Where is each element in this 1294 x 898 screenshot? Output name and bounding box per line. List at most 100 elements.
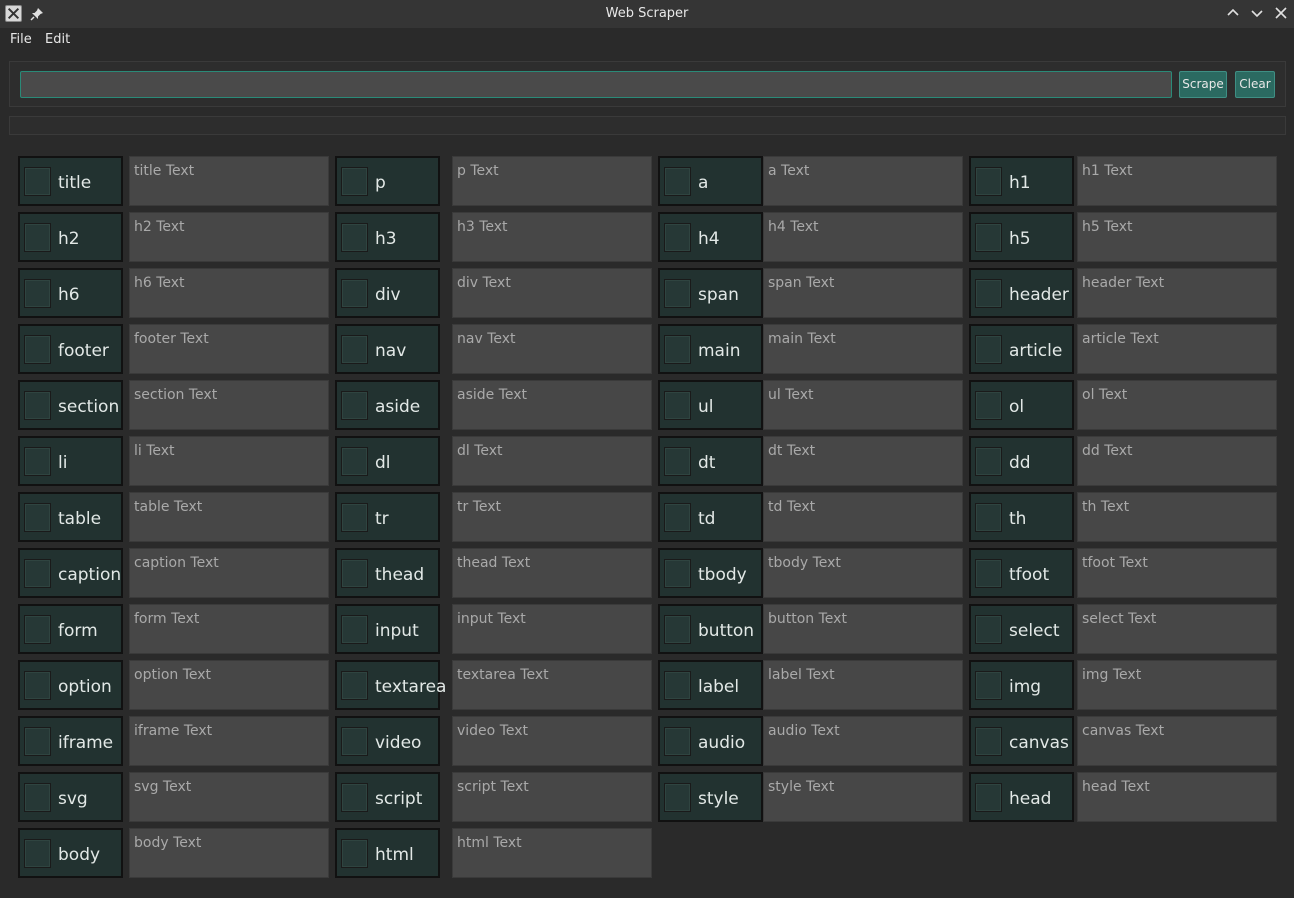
tag-text-field-tbody[interactable]: tbody Text (763, 548, 963, 598)
tag-text-field-article[interactable]: article Text (1077, 324, 1277, 374)
tag-toggle-th[interactable]: th (969, 492, 1074, 542)
tag-toggle-section[interactable]: section (18, 380, 123, 430)
tag-checkbox[interactable] (664, 727, 691, 756)
tag-checkbox[interactable] (975, 167, 1002, 196)
tag-toggle-tbody[interactable]: tbody (658, 548, 763, 598)
tag-checkbox[interactable] (341, 503, 368, 532)
tag-checkbox[interactable] (975, 559, 1002, 588)
tag-checkbox[interactable] (24, 279, 51, 308)
tag-text-field-tr[interactable]: tr Text (452, 492, 652, 542)
tag-checkbox[interactable] (664, 335, 691, 364)
tag-toggle-thead[interactable]: thead (335, 548, 440, 598)
tag-text-field-html[interactable]: html Text (452, 828, 652, 878)
tag-checkbox[interactable] (975, 671, 1002, 700)
tag-text-field-label[interactable]: label Text (763, 660, 963, 710)
tag-toggle-table[interactable]: table (18, 492, 123, 542)
tag-checkbox[interactable] (664, 391, 691, 420)
tag-toggle-td[interactable]: td (658, 492, 763, 542)
tag-toggle-h3[interactable]: h3 (335, 212, 440, 262)
tag-toggle-article[interactable]: article (969, 324, 1074, 374)
tag-text-field-h3[interactable]: h3 Text (452, 212, 652, 262)
tag-toggle-button[interactable]: button (658, 604, 763, 654)
tag-checkbox[interactable] (24, 559, 51, 588)
tag-checkbox[interactable] (664, 671, 691, 700)
tag-text-field-svg[interactable]: svg Text (129, 772, 329, 822)
tag-toggle-form[interactable]: form (18, 604, 123, 654)
tag-text-field-dt[interactable]: dt Text (763, 436, 963, 486)
tag-text-field-video[interactable]: video Text (452, 716, 652, 766)
tag-checkbox[interactable] (975, 447, 1002, 476)
tag-text-field-th[interactable]: th Text (1077, 492, 1277, 542)
tag-checkbox[interactable] (24, 671, 51, 700)
tag-toggle-iframe[interactable]: iframe (18, 716, 123, 766)
tag-checkbox[interactable] (341, 783, 368, 812)
tag-text-field-section[interactable]: section Text (129, 380, 329, 430)
scrape-button[interactable]: Scrape (1179, 71, 1227, 98)
tag-text-field-select[interactable]: select Text (1077, 604, 1277, 654)
tag-toggle-tr[interactable]: tr (335, 492, 440, 542)
tag-checkbox[interactable] (341, 839, 368, 868)
tag-toggle-img[interactable]: img (969, 660, 1074, 710)
tag-checkbox[interactable] (975, 391, 1002, 420)
tag-text-field-caption[interactable]: caption Text (129, 548, 329, 598)
tag-text-field-textarea[interactable]: textarea Text (452, 660, 652, 710)
tag-toggle-div[interactable]: div (335, 268, 440, 318)
tag-checkbox[interactable] (975, 727, 1002, 756)
tag-toggle-nav[interactable]: nav (335, 324, 440, 374)
tag-checkbox[interactable] (975, 615, 1002, 644)
tag-text-field-h4[interactable]: h4 Text (763, 212, 963, 262)
tag-checkbox[interactable] (24, 167, 51, 196)
tag-text-field-h5[interactable]: h5 Text (1077, 212, 1277, 262)
tag-toggle-ol[interactable]: ol (969, 380, 1074, 430)
tag-toggle-header[interactable]: header (969, 268, 1074, 318)
tag-checkbox[interactable] (24, 223, 51, 252)
tag-toggle-body[interactable]: body (18, 828, 123, 878)
tag-checkbox[interactable] (664, 279, 691, 308)
tag-toggle-span[interactable]: span (658, 268, 763, 318)
minimize-icon[interactable] (1226, 6, 1240, 20)
tag-text-field-canvas[interactable]: canvas Text (1077, 716, 1277, 766)
tag-checkbox[interactable] (24, 391, 51, 420)
tag-toggle-main[interactable]: main (658, 324, 763, 374)
tag-checkbox[interactable] (341, 167, 368, 196)
tag-checkbox[interactable] (341, 559, 368, 588)
tag-toggle-h6[interactable]: h6 (18, 268, 123, 318)
tag-text-field-input[interactable]: input Text (452, 604, 652, 654)
tag-text-field-tfoot[interactable]: tfoot Text (1077, 548, 1277, 598)
tag-text-field-thead[interactable]: thead Text (452, 548, 652, 598)
tag-checkbox[interactable] (24, 447, 51, 476)
tag-text-field-table[interactable]: table Text (129, 492, 329, 542)
menu-edit[interactable]: Edit (45, 32, 70, 47)
tag-checkbox[interactable] (664, 615, 691, 644)
tag-text-field-div[interactable]: div Text (452, 268, 652, 318)
tag-checkbox[interactable] (664, 503, 691, 532)
tag-checkbox[interactable] (664, 559, 691, 588)
tag-text-field-a[interactable]: a Text (763, 156, 963, 206)
tag-checkbox[interactable] (24, 503, 51, 532)
tag-toggle-caption[interactable]: caption (18, 548, 123, 598)
tag-text-field-audio[interactable]: audio Text (763, 716, 963, 766)
tag-toggle-style[interactable]: style (658, 772, 763, 822)
tag-toggle-select[interactable]: select (969, 604, 1074, 654)
tag-toggle-li[interactable]: li (18, 436, 123, 486)
tag-text-field-nav[interactable]: nav Text (452, 324, 652, 374)
tag-toggle-title[interactable]: title (18, 156, 123, 206)
tag-toggle-head[interactable]: head (969, 772, 1074, 822)
tag-checkbox[interactable] (24, 615, 51, 644)
tag-checkbox[interactable] (24, 727, 51, 756)
tag-text-field-ol[interactable]: ol Text (1077, 380, 1277, 430)
tag-text-field-iframe[interactable]: iframe Text (129, 716, 329, 766)
tag-text-field-dl[interactable]: dl Text (452, 436, 652, 486)
tag-toggle-html[interactable]: html (335, 828, 440, 878)
tag-text-field-body[interactable]: body Text (129, 828, 329, 878)
tag-text-field-h6[interactable]: h6 Text (129, 268, 329, 318)
tag-checkbox[interactable] (975, 335, 1002, 364)
tag-toggle-footer[interactable]: footer (18, 324, 123, 374)
tag-text-field-p[interactable]: p Text (452, 156, 652, 206)
tag-text-field-head[interactable]: head Text (1077, 772, 1277, 822)
tag-checkbox[interactable] (341, 447, 368, 476)
tag-toggle-dd[interactable]: dd (969, 436, 1074, 486)
close-icon[interactable] (1274, 6, 1288, 20)
tag-toggle-a[interactable]: a (658, 156, 763, 206)
tag-toggle-ul[interactable]: ul (658, 380, 763, 430)
